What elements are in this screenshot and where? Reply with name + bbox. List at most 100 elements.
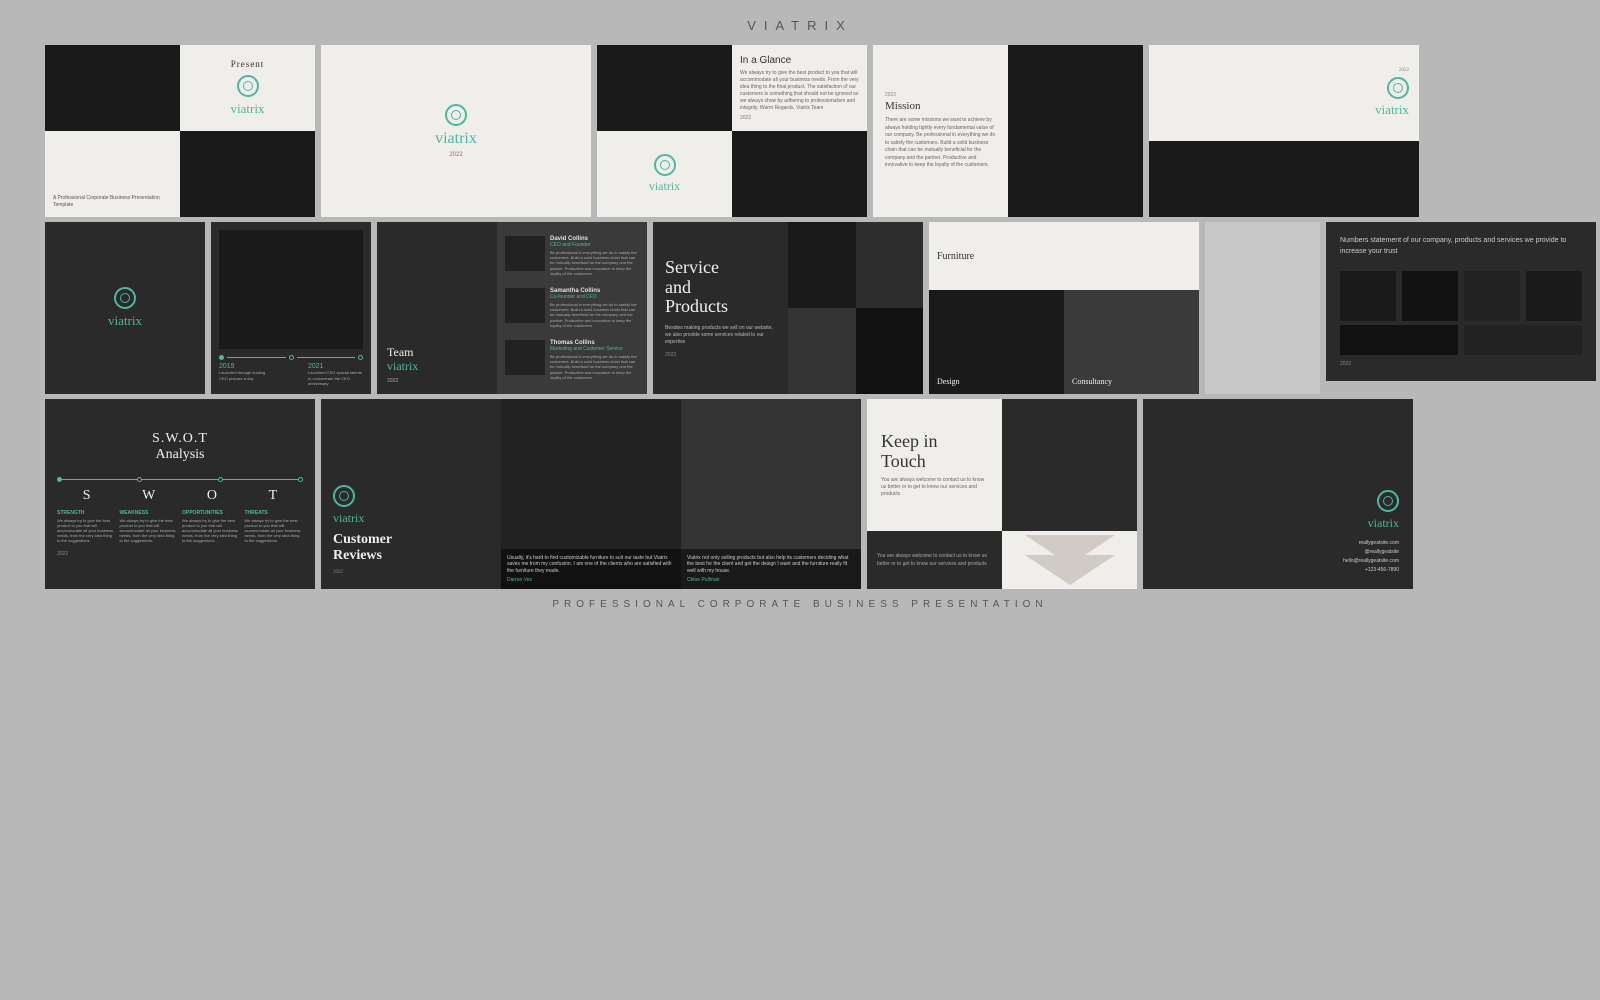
keep-touch-chevrons-right: [1002, 399, 1137, 531]
team-brand: viatrix: [387, 359, 487, 374]
swot-opps-desc: We always try to give the best product t…: [182, 518, 241, 544]
review-brand-panel: viatrix Customer Reviews 2022: [321, 399, 501, 589]
member-2-desc: Be professional in everything we do to s…: [550, 302, 639, 328]
tl-desc1: Launched through leading CEO prepare a d…: [219, 370, 269, 380]
tl-brand: viatrix: [108, 313, 142, 329]
main-title: VIATRIX: [747, 0, 853, 45]
swot-opps: OPPORTUNITIES We always try to give the …: [182, 510, 241, 544]
brand-name: viatrix: [231, 101, 265, 117]
numbers-body: Numbers statement of our company, produc…: [1340, 236, 1582, 257]
slide-reviews: viatrix Customer Reviews 2022 Usually, i…: [321, 399, 861, 589]
keep-touch-info: You are always welcome to contact us to …: [867, 531, 1002, 589]
member-2-role: Co-founder and CFO: [550, 294, 639, 300]
swot-weakness: WEAKNESS We always try to give the best …: [120, 510, 179, 544]
mission-title: Mission: [885, 100, 996, 112]
review-1-text: Usually, it's hard to find customizable …: [507, 555, 675, 575]
team-title: Team: [387, 345, 487, 359]
member-3-role: Marketing and Customer Service: [550, 346, 639, 352]
service-right-grid: [788, 222, 923, 394]
numbers-year: 2022: [1340, 361, 1582, 367]
slide-contact: viatrix reallygeatsite.com @reallygeatsi…: [1143, 399, 1413, 589]
keep-touch-body: You are always welcome to contact us to …: [881, 477, 988, 498]
mission-text: 2022 Mission There are some missions we …: [873, 45, 1008, 217]
glance-body: We always try to give the best product t…: [740, 70, 859, 112]
service-body: Besides making products we sell on our w…: [665, 325, 776, 346]
review-brand: viatrix: [333, 511, 489, 526]
swot-timeline: [57, 477, 303, 482]
team-member-3: Thomas Collins Marketing and Customer Se…: [505, 340, 639, 380]
member-3-info: Thomas Collins Marketing and Customer Se…: [550, 340, 639, 380]
member-3-desc: Be professional in everything we do to s…: [550, 354, 639, 380]
member-1-role: CEO and Founder: [550, 242, 639, 248]
member-2-info: Samantha Collins Co-founder and CFO Be p…: [550, 288, 639, 328]
review-photo-2: Viatrix not only selling products but al…: [681, 399, 861, 589]
keep-touch-text: Keep in Touch You are always welcome to …: [867, 399, 1002, 531]
slide-glance: In a Glance We always try to give the be…: [597, 45, 867, 217]
slide-present: Present viatrix A Professional Corporate…: [45, 45, 315, 217]
slide-timeline: 2019 Launched through leading CEO prepar…: [211, 222, 371, 394]
glance-img-br: [732, 131, 867, 217]
design-area: Design: [929, 290, 1064, 394]
glance-logo: viatrix: [597, 131, 732, 217]
slide-gap: [1205, 222, 1320, 394]
service-img-4: [856, 308, 924, 394]
swot-weakness-desc: We always try to give the best product t…: [120, 518, 179, 544]
timeline-dots: [219, 355, 363, 360]
intro-brand: viatrix: [435, 130, 477, 148]
furniture-top: Furniture: [929, 222, 1199, 290]
footer-subtitle: PROFESSIONAL CORPORATE BUSINESS PRESENTA…: [552, 589, 1047, 616]
member-3-img: [505, 340, 545, 375]
review-2-text: Viatrix not only selling products but al…: [687, 555, 855, 575]
swot-o: O: [207, 488, 217, 504]
service-img-2: [856, 222, 924, 308]
service-title3: Products: [665, 296, 728, 316]
swot-strength-desc: We always try to give the best product t…: [57, 518, 116, 544]
slide-furniture: Furniture Design Consultancy: [929, 222, 1199, 394]
glance-title: In a Glance: [740, 55, 859, 66]
swot-s: S: [83, 488, 91, 504]
consult-area: Consultancy: [1064, 290, 1199, 394]
review-2-name: Chloe Pullman: [687, 577, 855, 583]
service-year: 2022: [665, 352, 776, 358]
review-year: 2022: [333, 570, 489, 575]
swot-year: 2022: [57, 551, 303, 557]
furniture-title: Furniture: [937, 251, 1191, 262]
mission-body: There are some missions we want to achie…: [885, 117, 996, 170]
contact-item-4: +123-456-7890: [1343, 566, 1399, 575]
year-2021: 2021: [308, 363, 363, 370]
glance-brand: viatrix: [649, 179, 680, 194]
contact-item-3: hello@reallygeatsite.com: [1343, 557, 1399, 566]
slide-row-1: Present viatrix A Professional Corporate…: [45, 45, 1555, 217]
m2-brand: viatrix: [1375, 102, 1409, 118]
service-title2: and: [665, 277, 691, 297]
service-img-3: [788, 308, 856, 394]
furniture-bottom: Design Consultancy: [929, 290, 1199, 394]
slide-row-2: viatrix 2019 Launched through leading CE…: [45, 222, 1555, 394]
tl-desc2: Launched CEO special talents to concentr…: [308, 370, 363, 386]
present-label: Present: [231, 59, 265, 69]
mission-img: [1008, 45, 1143, 217]
intro-logo-icon: [445, 104, 467, 126]
swot-t: T: [269, 488, 278, 504]
team-member-2: Samantha Collins Co-founder and CFO Be p…: [505, 288, 639, 328]
consult-label: Consultancy: [1072, 377, 1112, 386]
member-2-img: [505, 288, 545, 323]
service-img-1: [788, 222, 856, 308]
team-member-1: David Collins CEO and Founder Be profess…: [505, 236, 639, 276]
team-right-panel: David Collins CEO and Founder Be profess…: [497, 222, 647, 394]
swot-threats-desc: We always try to give the best product t…: [245, 518, 304, 544]
swot-strength-label: STRENGTH: [57, 510, 116, 516]
slide-swot: S.W.O.T Analysis S W O T: [45, 399, 315, 589]
swot-strength: STRENGTH We always try to give the best …: [57, 510, 116, 544]
keep-touch-body2: You are always welcome to contact us to …: [877, 552, 992, 568]
slide-team: Team viatrix 2022 David Collins CEO and …: [377, 222, 647, 394]
team-year: 2022: [387, 378, 487, 384]
review-title2: Reviews: [333, 548, 489, 564]
swot-weakness-label: WEAKNESS: [120, 510, 179, 516]
slide-numbers: Numbers statement of our company, produc…: [1326, 222, 1596, 394]
swot-title2: Analysis: [57, 447, 303, 463]
glance-year: 2022: [740, 115, 859, 121]
slide-row-3: S.W.O.T Analysis S W O T: [45, 399, 1555, 589]
present-subtitle: A Professional Corporate Business Presen…: [53, 195, 172, 209]
swot-threats: THREATS We always try to give the best p…: [245, 510, 304, 544]
